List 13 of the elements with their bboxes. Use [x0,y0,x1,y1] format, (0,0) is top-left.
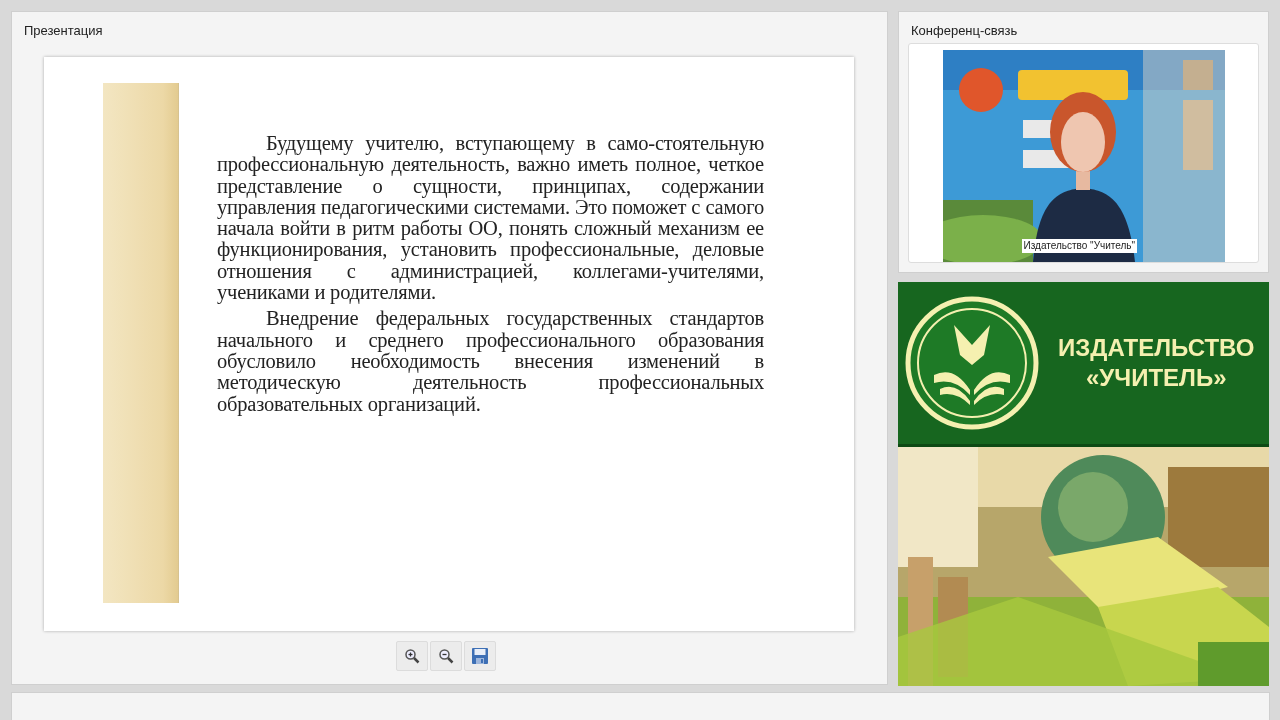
slide-paragraph: Внедрение федеральных государственных стандартов начального и среднего профессионального образования обусловило необходимость внесения изменений в методическую деятельность профессиональных образовательных организаций. [217,308,764,415]
zoom-in-icon [403,648,420,664]
slide-paragraph: Будущему учителю, вступающему в само-стоятельную профессиональную деятельность, важно иметь полное, четкое представление о сущности, принципах, содержании управления педагогическими системами. Это поможет с самого начала войти в ритм работы ОО, понять сложный механизм ее функционирования, установить профессиональные, деловые отношения с администрацией, коллегами-учителями, учениками и родителями. [217,133,764,304]
banner-title: ИЗДАТЕЛЬСТВО [1058,333,1255,363]
video-caption: Издательство "Учитель" [1021,239,1138,253]
zoom-out-button[interactable] [429,641,462,671]
panel-title: Конференц-связь [910,22,1019,40]
zoom-in-button[interactable] [395,641,428,671]
banner-title: «УЧИТЕЛЬ» [1086,363,1227,393]
zoom-out-icon [437,648,454,664]
panel-title: Презентация [23,22,104,40]
book-emblem-icon [904,295,1040,431]
save-button[interactable] [463,641,496,671]
